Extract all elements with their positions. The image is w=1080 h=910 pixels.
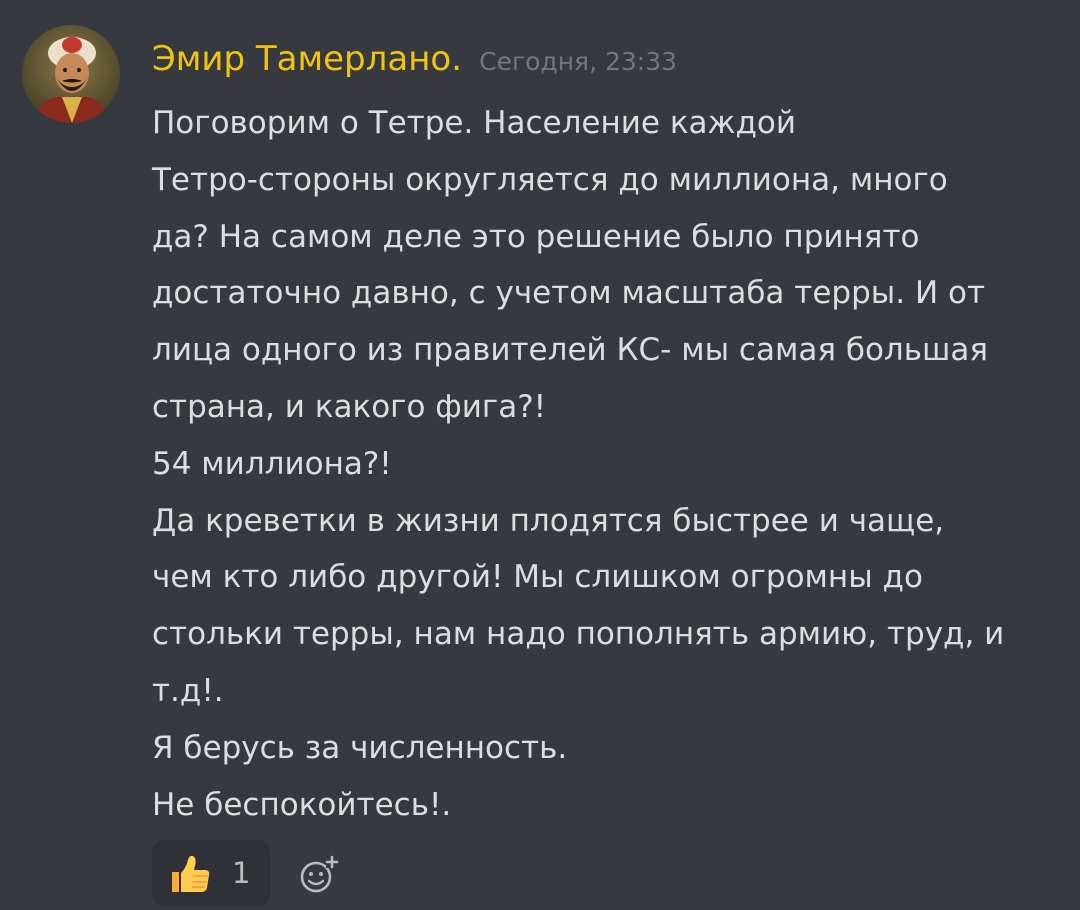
user-avatar[interactable] xyxy=(22,25,120,123)
message-line: стольки терры, нам надо пополнять армию,… xyxy=(152,616,1005,653)
message-line: лица одного из правителей КС- мы самая б… xyxy=(152,332,989,369)
message-line: 54 миллиона?! xyxy=(152,445,392,482)
timestamp: Сегодня, 23:33 xyxy=(479,47,678,76)
message-line: достаточно давно, с учетом масштаба терр… xyxy=(152,275,986,312)
message-line: да? На самом деле это решение было приня… xyxy=(152,218,920,255)
message-line: т.д!. xyxy=(152,672,224,709)
message-line: страна, и какого фига?! xyxy=(152,388,547,425)
thumbs-up-icon xyxy=(172,855,210,892)
add-reaction-button[interactable] xyxy=(298,854,340,896)
message-line: Я берусь за численность. xyxy=(152,729,568,766)
avatar-portrait-icon xyxy=(22,25,120,123)
message-line: Поговорим о Тетре. Население каждой xyxy=(152,105,797,141)
message-line: Да креветки в жизни плодятся быстрее и ч… xyxy=(152,502,945,539)
message-line: чем кто либо другой! Мы слишком огромны … xyxy=(152,559,923,596)
message-line: Не беспокойтесь!. xyxy=(152,786,452,823)
message-line: Тетро-стороны округляется до миллиона, м… xyxy=(152,161,948,198)
message-content: Поговорим о Тетре. Население каждой Тетр… xyxy=(152,95,1067,833)
chat-message: Эмир Тамерлано. Сегодня, 23:33 Поговорим… xyxy=(0,0,1080,910)
message-header: Эмир Тамерлано. Сегодня, 23:33 xyxy=(152,34,677,84)
username[interactable]: Эмир Тамерлано. xyxy=(152,39,462,79)
add-reaction-smiley-icon xyxy=(300,855,339,893)
reaction-count: 1 xyxy=(232,856,251,890)
reaction-thumbs-up[interactable]: 1 xyxy=(152,840,270,906)
